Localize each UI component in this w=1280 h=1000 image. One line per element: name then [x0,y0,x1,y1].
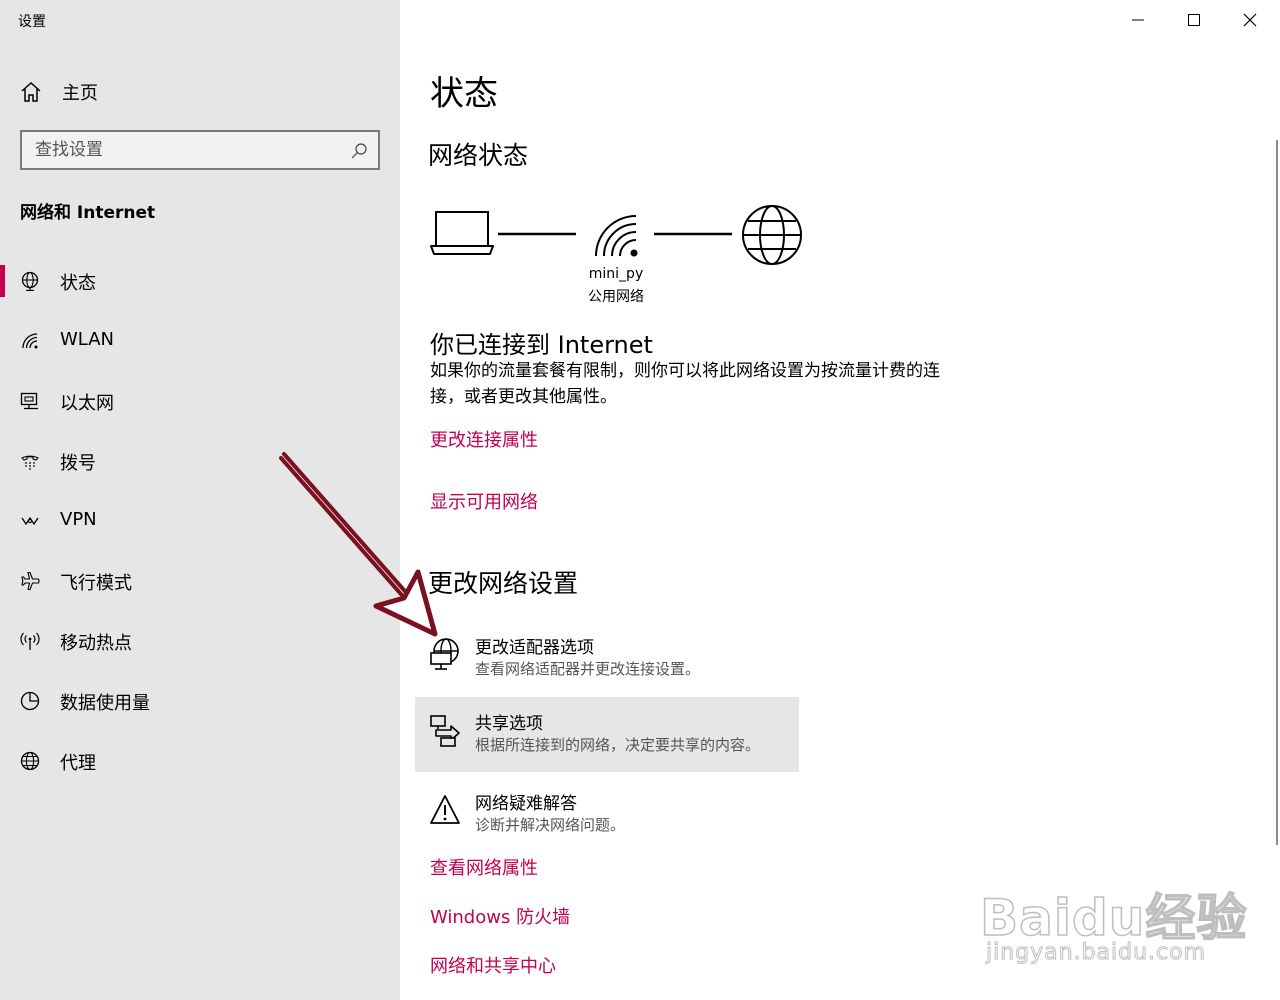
sidebar-item-label: 飞行模式 [60,573,132,594]
sidebar-item-status[interactable]: 状态 [0,261,400,301]
network-sharing-center-link[interactable]: 网络和共享中心 [430,952,556,978]
app-title: 设置 [18,14,46,30]
dialup-icon [21,455,39,470]
sidebar-item-label: 状态 [60,273,96,294]
connection-status-title: 你已连接到 Internet [430,331,653,359]
airplane-icon [21,571,40,591]
option-subtitle: 根据所连接到的网络，决定要共享的内容。 [475,736,761,754]
network-troubleshooter-item[interactable]: 网络疑难解答 诊断并解决网络问题。 [415,777,799,852]
scrollbar[interactable] [1276,140,1278,845]
search-icon[interactable] [350,142,368,160]
sharing-options-item[interactable]: 共享选项 根据所连接到的网络，决定要共享的内容。 [415,697,799,772]
sidebar-item-wlan[interactable]: WLAN [0,321,400,361]
windows-firewall-link[interactable]: Windows 防火墙 [430,903,570,929]
sidebar-item-label: 以太网 [60,393,114,414]
option-title: 共享选项 [475,714,543,734]
sidebar-item-ethernet[interactable]: 以太网 [0,381,400,421]
globe-icon [20,751,40,771]
sidebar-item-label: WLAN [60,329,115,350]
sidebar-item-label: 数据使用量 [60,693,150,714]
sidebar-item-label: 移动热点 [60,633,132,654]
internet-globe-icon [742,205,802,265]
network-status-heading: 网络状态 [428,141,529,170]
wifi-icon [22,333,38,349]
watermark-url: jingyan.baidu.com [985,940,1207,966]
option-subtitle: 查看网络适配器并更改连接设置。 [475,660,701,678]
ethernet-icon [20,392,38,410]
section-title: 网络和 Internet [20,203,156,223]
search-box[interactable] [20,130,380,170]
network-name: mini_py [588,266,644,282]
home-nav-item[interactable]: 主页 [20,78,98,106]
view-network-properties-link[interactable]: 查看网络属性 [430,854,538,880]
page-title: 状态 [430,74,498,114]
annotation-arrow [279,452,438,637]
sidebar-item-label: 拨号 [60,453,96,474]
sidebar-item-label: 代理 [60,753,96,774]
sharing-icon [430,715,460,747]
laptop-icon [430,211,494,255]
adapter-options-item[interactable]: 更改适配器选项 查看网络适配器并更改连接设置。 [415,621,799,696]
data-usage-icon [20,691,40,711]
option-title: 更改适配器选项 [475,638,594,658]
globe-status-icon [21,271,39,291]
sidebar-item-data-usage[interactable]: 数据使用量 [0,681,400,721]
wifi-signal-icon [595,215,638,257]
change-network-settings-heading: 更改网络设置 [428,569,579,598]
hotspot-icon [20,632,40,650]
option-title: 网络疑难解答 [475,794,577,814]
option-subtitle: 诊断并解决网络问题。 [475,816,626,834]
home-label: 主页 [62,83,98,104]
sidebar-item-proxy[interactable]: 代理 [0,741,400,781]
connection-description: 如果你的流量套餐有限制，则你可以将此网络设置为按流量计费的连接，或者更改其他属性… [430,361,940,407]
network-type: 公用网络 [588,289,644,305]
main-content: 状态 网络状态 mini_py 公用网络 你已连接到 Internet 如果你的… [400,0,1280,1000]
baidu-watermark: Baidu经验 jingyan.baidu.com [979,858,1270,978]
sidebar-item-label: VPN [60,509,97,530]
vpn-icon [21,516,39,526]
search-input[interactable] [22,132,342,168]
warning-icon [430,795,460,824]
home-icon [21,81,41,102]
